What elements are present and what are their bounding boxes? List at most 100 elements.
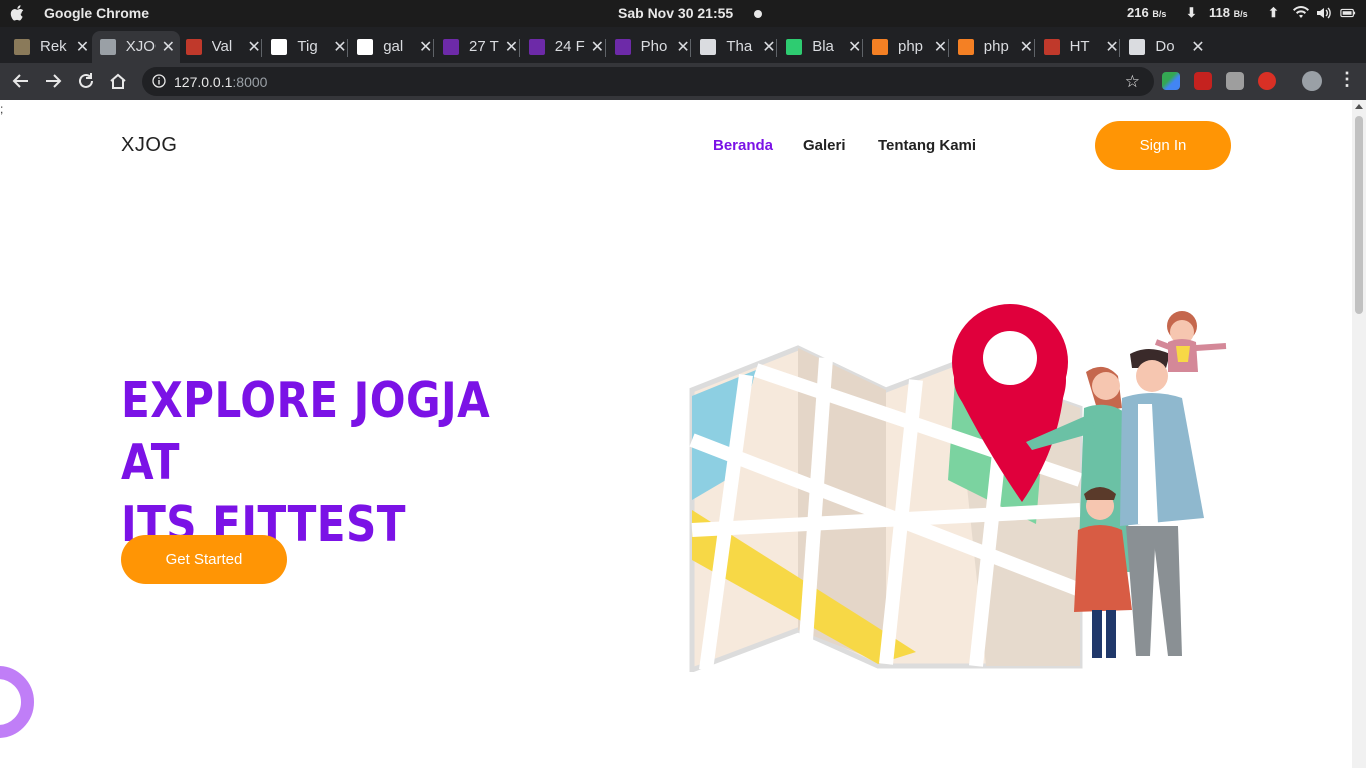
tab-8[interactable]: Tha ✕ (692, 31, 780, 63)
net-up-value: 118 (1209, 5, 1230, 20)
tab-close-icon[interactable]: ✕ (162, 37, 175, 57)
extension-stop-icon[interactable] (1258, 72, 1276, 90)
get-started-button[interactable]: Get Started (121, 535, 287, 584)
colorlib-icon (528, 39, 545, 55)
tab-9[interactable]: Bla ✕ (778, 31, 866, 63)
site-logo[interactable]: XJOG (121, 134, 177, 157)
tab-close-icon[interactable]: ✕ (934, 37, 947, 57)
hero-title: EXPLORE JOGJA AT ITS FITTEST (121, 370, 517, 556)
page-scrollbar[interactable] (1352, 100, 1366, 768)
tab-title: Do (1155, 38, 1175, 55)
tab-2[interactable]: Val ✕ (178, 31, 266, 63)
nav-link-beranda[interactable]: Beranda (713, 137, 773, 154)
tab-title: php (983, 38, 1009, 55)
medium-icon (271, 39, 288, 55)
tab-separator (604, 39, 606, 57)
menu-kebab-icon[interactable]: ⋮ (1338, 69, 1356, 90)
address-bar[interactable]: 127.0.0.1:8000 ☆ (142, 67, 1154, 96)
stray-text: ; (0, 102, 4, 116)
colorlib-icon (443, 39, 459, 55)
clock[interactable]: Sab Nov 30 21:55 (618, 5, 733, 21)
tab-4[interactable]: gal ✕ (349, 31, 437, 63)
decorative-ring (0, 666, 34, 738)
apple-icon[interactable] (10, 4, 26, 22)
tab-separator (1033, 39, 1035, 57)
tab-close-icon[interactable]: ✕ (1020, 37, 1033, 57)
tab-title: php (898, 38, 924, 55)
tab-title: Bla (812, 38, 834, 55)
tab-0[interactable]: Rek ✕ (6, 31, 94, 63)
back-arrow-icon[interactable] (10, 70, 32, 92)
info-icon[interactable] (152, 74, 166, 88)
extension-ublock-icon[interactable] (1194, 72, 1212, 90)
tab-13[interactable]: Do ✕ (1121, 31, 1209, 63)
up-arrow-icon: ⬆ (1268, 5, 1279, 20)
tab-separator (690, 39, 692, 57)
globe-icon (99, 39, 116, 55)
tab-separator (947, 39, 949, 57)
laravel-icon (185, 39, 202, 55)
notification-dot-icon (754, 10, 762, 18)
nav-link-tentang-kami[interactable]: Tentang Kami (878, 137, 976, 154)
tab-close-icon[interactable]: ✕ (848, 37, 861, 57)
wifi-icon[interactable] (1293, 6, 1309, 20)
tab-3[interactable]: Tig ✕ (263, 31, 351, 63)
tab-close-icon[interactable]: ✕ (591, 37, 604, 57)
tab-close-icon[interactable]: ✕ (419, 37, 432, 57)
tab-12[interactable]: HT ✕ (1036, 31, 1124, 63)
google-icon (357, 39, 374, 55)
bookmark-star-icon[interactable]: ☆ (1125, 72, 1140, 92)
tab-10[interactable]: php ✕ (864, 31, 952, 63)
tab-close-icon[interactable]: ✕ (1105, 37, 1118, 57)
scrollbar-thumb[interactable] (1355, 116, 1363, 314)
volume-icon[interactable] (1316, 6, 1332, 20)
app-name[interactable]: Google Chrome (44, 5, 149, 21)
tab-title: Val (211, 38, 233, 55)
tab-close-icon[interactable]: ✕ (76, 37, 89, 57)
sign-in-button[interactable]: Sign In (1095, 121, 1231, 170)
tab-11[interactable]: php ✕ (950, 31, 1038, 63)
tab-close-icon[interactable]: ✕ (505, 37, 518, 57)
net-down-rate: 216 B/s (1127, 5, 1166, 20)
tab-title: Tig (297, 38, 318, 55)
browser-toolbar: 127.0.0.1:8000 ☆ ⋮ (0, 63, 1366, 100)
browser-tab-strip: Rek✕XJOG✕Val✕Tig✕gal✕27 T✕24 F✕Pho✕Tha✕B… (0, 27, 1366, 82)
down-arrow-icon: ⬇ (1186, 5, 1197, 20)
tab-title: 27 T (469, 38, 499, 55)
home-icon[interactable] (107, 70, 129, 92)
tab-1[interactable]: XJOG ✕ (91, 31, 180, 63)
tab-7[interactable]: Pho ✕ (607, 31, 695, 63)
tab-close-icon[interactable]: ✕ (1191, 37, 1204, 57)
tab-separator (347, 39, 349, 57)
tab-close-icon[interactable]: ✕ (676, 37, 689, 57)
tab-title: 24 F (554, 38, 585, 55)
tab-close-icon[interactable]: ✕ (333, 37, 346, 57)
colorlib-icon (614, 39, 631, 55)
tab-title: Rek (40, 38, 67, 55)
scroll-up-arrow-icon[interactable] (1355, 104, 1363, 109)
tab-close-icon[interactable]: ✕ (247, 37, 260, 57)
web-page: ; XJOG Beranda Galeri Tentang Kami Sign … (0, 100, 1352, 768)
reload-icon[interactable] (75, 70, 97, 92)
laravel-icon (1043, 39, 1060, 55)
download-icon (1129, 39, 1146, 55)
tab-title: XJOG (125, 38, 156, 55)
tab-5[interactable]: 27 T ✕ (435, 31, 523, 63)
extension-cast-icon[interactable] (1226, 72, 1244, 90)
tab-title: Pho (640, 38, 668, 55)
battery-icon[interactable] (1340, 6, 1356, 20)
stackoverflow-icon (872, 39, 888, 55)
net-up-rate: 118 B/s (1209, 5, 1248, 20)
url-text[interactable]: 127.0.0.1:8000 (174, 74, 267, 90)
nav-link-galeri[interactable]: Galeri (803, 137, 846, 154)
profile-avatar[interactable] (1302, 71, 1322, 91)
tab-separator (261, 39, 263, 57)
net-up-unit: B/s (1233, 9, 1248, 19)
tab-title: HT (1069, 38, 1090, 55)
tab-6[interactable]: 24 F ✕ (521, 31, 609, 63)
forward-arrow-icon[interactable] (42, 70, 64, 92)
extension-colorzilla-icon[interactable] (1162, 72, 1180, 90)
url-host: 127.0.0.1 (174, 74, 233, 90)
tab-close-icon[interactable]: ✕ (762, 37, 775, 57)
url-port: :8000 (232, 74, 268, 90)
